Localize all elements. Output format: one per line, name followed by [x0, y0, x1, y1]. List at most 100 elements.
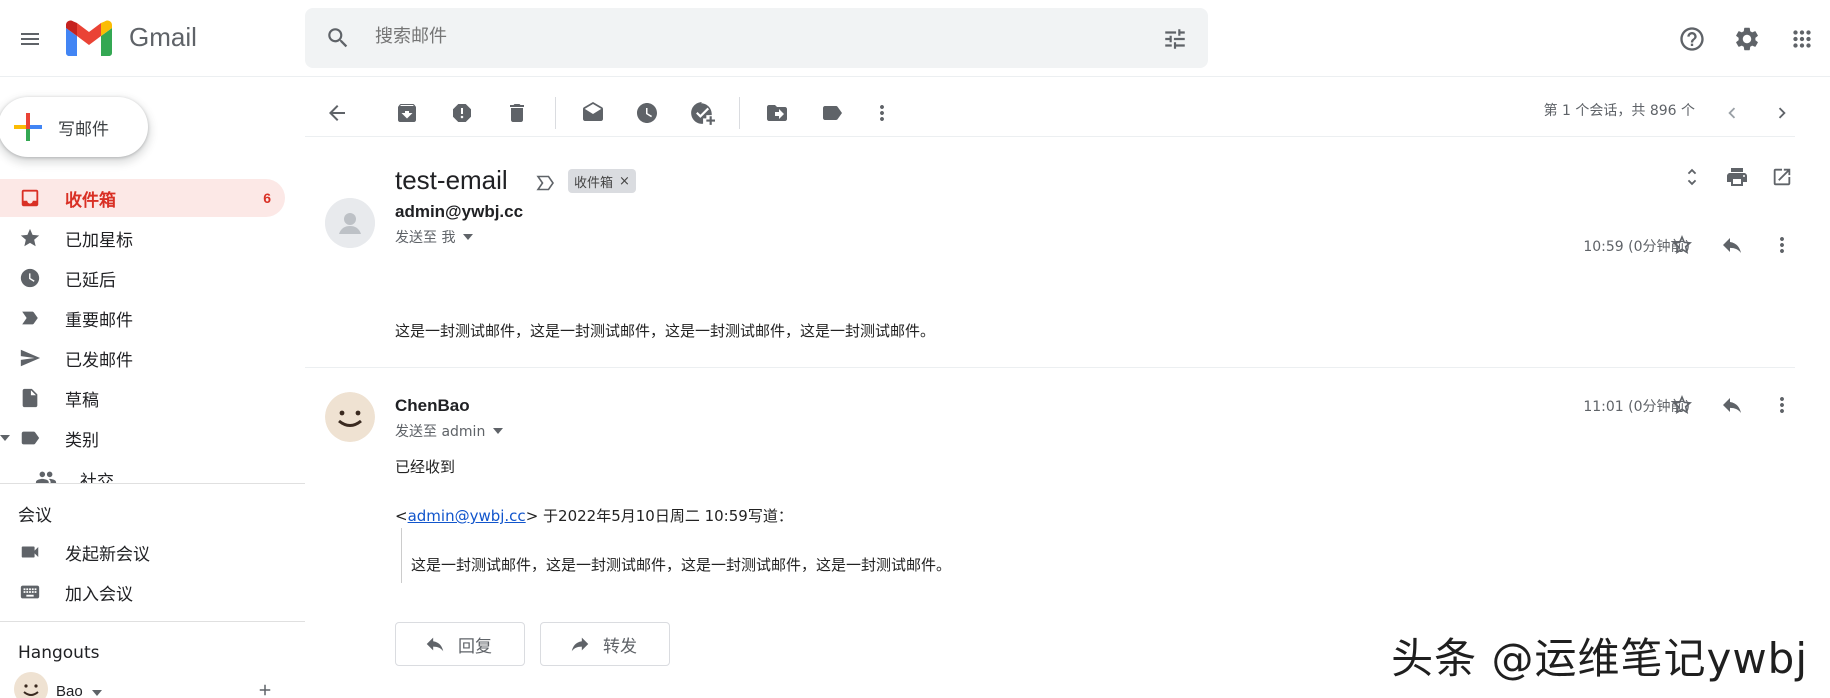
toolbar-divider — [555, 97, 556, 129]
move-to-folder-icon[interactable] — [757, 93, 797, 133]
star-icon — [18, 228, 42, 248]
more-vert-icon[interactable] — [1764, 387, 1800, 423]
toolbar-divider — [739, 97, 740, 129]
search-bar[interactable] — [305, 8, 1208, 68]
more-vert-icon[interactable] — [1764, 227, 1800, 263]
label-chip-text: 收件箱 — [574, 175, 614, 191]
pagination-text: 第 1 个会话，共 896 个 — [1543, 103, 1695, 119]
quoted-email-link[interactable]: admin@ywbj.cc — [408, 507, 526, 525]
chevron-down-icon[interactable] — [92, 689, 102, 697]
settings-gear-icon[interactable] — [1730, 22, 1764, 56]
apps-grid-icon[interactable] — [1785, 22, 1819, 56]
sender-avatar[interactable] — [325, 198, 375, 248]
reply-label: 回复 — [458, 636, 492, 657]
add-to-tasks-icon[interactable] — [682, 93, 722, 133]
sidebar-divider — [0, 621, 305, 622]
search-options-icon[interactable] — [1162, 26, 1188, 52]
recipient-details-chevron-icon[interactable] — [463, 233, 474, 241]
sender-avatar[interactable] — [325, 392, 375, 442]
important-marker-icon[interactable] — [534, 171, 558, 195]
recipient-details-chevron-icon[interactable] — [493, 427, 504, 435]
new-meeting-button[interactable]: 发起新会议 — [0, 533, 285, 571]
reply-icon — [424, 633, 446, 655]
sidebar-item-inbox[interactable]: 收件箱 6 — [0, 179, 285, 217]
forward-label: 转发 — [603, 636, 637, 657]
sidebar-item-starred[interactable]: 已加星标 — [0, 219, 285, 257]
sidebar-item-label: 重要邮件 — [65, 310, 133, 331]
recipient-line: 发送至 我 — [395, 227, 474, 247]
print-icon[interactable] — [1717, 157, 1757, 197]
sidebar-item-sent[interactable]: 已发邮件 — [0, 339, 285, 377]
sidebar-item-drafts[interactable]: 草稿 — [0, 379, 285, 417]
reply-icon[interactable] — [1714, 387, 1750, 423]
help-icon[interactable] — [1675, 22, 1709, 56]
inbox-label-chip: 收件箱 × — [568, 169, 636, 193]
search-icon[interactable] — [325, 25, 351, 51]
forward-button[interactable]: 转发 — [540, 622, 670, 666]
compose-label: 写邮件 — [58, 119, 109, 140]
reply-button[interactable]: 回复 — [395, 622, 525, 666]
videocam-icon — [18, 542, 42, 562]
snooze-clock-icon[interactable] — [627, 93, 667, 133]
sidebar-item-label: 已加星标 — [65, 230, 133, 251]
sidebar-item-label: 已延后 — [65, 270, 116, 291]
sender-name[interactable]: admin@ywbj.cc — [395, 202, 523, 222]
sidebar-item-label: 社交 — [80, 472, 114, 483]
sidebar-item-important[interactable]: 重要邮件 — [0, 299, 285, 337]
more-vert-icon[interactable] — [862, 93, 902, 133]
sidebar-divider — [0, 483, 305, 484]
sidebar-item-label: 已发邮件 — [65, 350, 133, 371]
unread-count: 6 — [263, 190, 271, 206]
send-icon — [18, 348, 42, 368]
toolbar-divider — [305, 136, 1795, 137]
draft-file-icon — [18, 388, 42, 408]
message-divider — [305, 367, 1795, 368]
remove-label-close-icon[interactable]: × — [619, 174, 630, 189]
star-icon[interactable] — [1664, 227, 1700, 263]
back-arrow-icon[interactable] — [317, 93, 357, 133]
main-menu-icon[interactable] — [10, 19, 50, 59]
expand-all-icon[interactable] — [1672, 157, 1712, 197]
email-subject: test-email — [395, 165, 508, 195]
recipient-text: 发送至 admin — [395, 424, 486, 440]
sidebar-item-label: 收件箱 — [65, 190, 116, 211]
sidebar-item-snoozed[interactable]: 已延后 — [0, 259, 285, 297]
gmail-logo-icon[interactable] — [66, 20, 112, 56]
meet-section-title: 会议 — [18, 506, 52, 526]
important-label-icon — [18, 308, 42, 328]
sidebar-item-social[interactable]: 社交 — [0, 459, 285, 483]
expand-arrow-icon[interactable] — [0, 433, 10, 443]
watermark-text: 头条 @运维笔记ywbj — [1391, 634, 1808, 683]
star-icon[interactable] — [1664, 387, 1700, 423]
new-meeting-label: 发起新会议 — [65, 544, 150, 565]
join-meeting-button[interactable]: 加入会议 — [0, 573, 285, 611]
hangouts-section-title: Hangouts — [18, 643, 100, 663]
sidebar-item-categories[interactable]: 类别 — [0, 419, 285, 457]
previous-chevron-icon[interactable] — [1712, 93, 1752, 133]
inbox-icon — [18, 188, 42, 208]
forward-icon — [569, 633, 591, 655]
labels-icon[interactable] — [812, 93, 852, 133]
hangouts-user-name[interactable]: Bao — [56, 683, 83, 698]
keyboard-icon — [18, 582, 42, 602]
mark-unread-icon[interactable] — [573, 93, 613, 133]
compose-plus-icon — [12, 111, 44, 143]
hangouts-avatar[interactable] — [14, 672, 48, 698]
compose-button[interactable]: 写邮件 — [0, 97, 148, 157]
sidebar-item-label: 类别 — [65, 430, 99, 451]
reply-icon[interactable] — [1714, 227, 1750, 263]
search-input[interactable] — [375, 26, 1075, 47]
main-content: 第 1 个会话，共 896 个 test-email 收件箱 × admin@y… — [305, 77, 1830, 698]
quote-suffix: > 于2022年5月10日周二 10:59写道： — [525, 507, 793, 525]
next-chevron-icon[interactable] — [1762, 93, 1802, 133]
open-new-window-icon[interactable] — [1762, 157, 1802, 197]
archive-icon[interactable] — [387, 93, 427, 133]
sender-name[interactable]: ChenBao — [395, 396, 470, 416]
delete-trash-icon[interactable] — [497, 93, 537, 133]
people-icon — [34, 467, 58, 483]
app-name: Gmail — [129, 22, 197, 52]
label-icon — [18, 428, 42, 448]
add-icon[interactable] — [256, 681, 274, 698]
quoted-body: 这是一封测试邮件，这是一封测试邮件，这是一封测试邮件，这是一封测试邮件。 — [411, 556, 952, 574]
report-spam-icon[interactable] — [442, 93, 482, 133]
